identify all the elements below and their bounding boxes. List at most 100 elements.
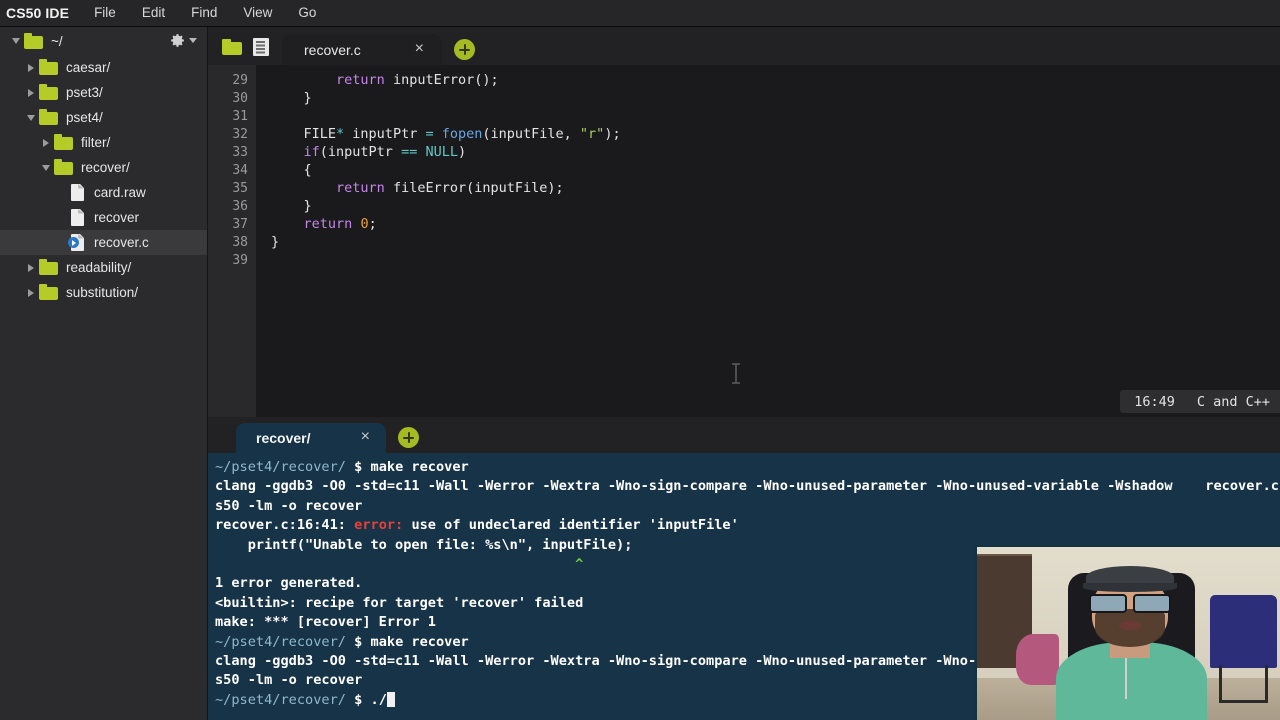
- terminal-line: ~/pset4/recover/ $ make recover: [215, 459, 469, 475]
- menu-item-view[interactable]: View: [230, 0, 285, 26]
- line-number: 37: [232, 216, 248, 232]
- settings-menu[interactable]: [169, 32, 197, 49]
- file-tree-item-recover-c[interactable]: recover.c: [0, 230, 207, 255]
- status-language[interactable]: C and C++: [1197, 394, 1270, 410]
- line-number: 33: [232, 144, 248, 160]
- folder-icon: [54, 159, 74, 175]
- code-line: 38}: [208, 233, 1280, 251]
- file-tree-item-label: filter/: [81, 135, 111, 150]
- code-line: 37 return 0;: [208, 215, 1280, 233]
- file-tree-root-label: ~/: [51, 33, 63, 49]
- webcam-overlay: [975, 545, 1280, 720]
- twisty-collapsed-icon[interactable]: [23, 63, 39, 72]
- code-text[interactable]: }: [256, 90, 1280, 106]
- file-tree-root-row[interactable]: ~/: [0, 27, 207, 55]
- file-tree-item-recover-[interactable]: recover/: [0, 155, 207, 180]
- folder-icon: [24, 32, 44, 49]
- file-icon: [69, 209, 87, 226]
- terminal-tab-label: recover/: [256, 430, 311, 446]
- code-text[interactable]: return fileError(inputFile);: [256, 180, 1280, 196]
- file-tree-item-pset4-[interactable]: pset4/: [0, 105, 207, 130]
- line-number: 32: [232, 126, 248, 142]
- editor-tab-bar: recover.c ×: [208, 27, 1280, 65]
- menu-item-file[interactable]: File: [81, 0, 129, 26]
- file-icon: [69, 184, 87, 201]
- code-line: 30 }: [208, 89, 1280, 107]
- folder-icon[interactable]: [222, 39, 243, 55]
- webcam-scene: [977, 547, 1280, 720]
- terminal-line: s50 -lm -o recover: [215, 497, 363, 514]
- code-editor[interactable]: 29 return inputError(); 30 } 31 32 FILE* in…: [208, 65, 1280, 417]
- code-lines: 29 return inputError(); 30 } 31 32 FILE* in…: [208, 71, 1280, 269]
- menu-item-find[interactable]: Find: [178, 0, 230, 26]
- file-tree-item-label: card.raw: [94, 185, 146, 200]
- file-tree-item-card-raw[interactable]: card.raw: [0, 180, 207, 205]
- file-tree-item-substitution-[interactable]: substitution/: [0, 280, 207, 305]
- folder-icon: [39, 109, 59, 125]
- twisty-collapsed-icon[interactable]: [23, 288, 39, 297]
- twisty-expanded-icon[interactable]: [23, 114, 39, 121]
- file-tree-item-label: recover.c: [94, 235, 149, 250]
- twisty-expanded-icon[interactable]: [38, 164, 54, 171]
- file-tree-item-filter-[interactable]: filter/: [0, 130, 207, 155]
- file-tree-item-label: recover/: [81, 160, 130, 175]
- code-text[interactable]: return inputError();: [256, 72, 1280, 88]
- twisty-collapsed-icon[interactable]: [23, 88, 39, 97]
- menu-item-go[interactable]: Go: [285, 0, 329, 26]
- close-icon[interactable]: ×: [399, 40, 432, 59]
- file-tree-item-recover[interactable]: recover: [0, 205, 207, 230]
- terminal-line: clang -ggdb3 -O0 -std=c11 -Wall -Werror …: [215, 478, 1279, 495]
- file-tree-sidebar: ~/ caesar/pset3/pset4/filter/recover/car…: [0, 27, 208, 720]
- file-tree-item-caesar-[interactable]: caesar/: [0, 55, 207, 80]
- menu-item-edit[interactable]: Edit: [129, 0, 178, 26]
- twisty-collapsed-icon[interactable]: [23, 263, 39, 272]
- close-icon[interactable]: ×: [345, 429, 378, 447]
- line-number: 31: [232, 108, 248, 124]
- file-tree-item-readability-[interactable]: readability/: [0, 255, 207, 280]
- gear-icon: [171, 34, 184, 47]
- code-text[interactable]: if(inputPtr == NULL): [256, 144, 1280, 160]
- folder-icon: [54, 134, 74, 150]
- root-twisty-icon[interactable]: [8, 38, 24, 44]
- line-number: 30: [232, 90, 248, 106]
- code-line: 31: [208, 107, 1280, 125]
- cs50-ide-window: CS50 IDE File Edit Find View Go ~/ caesa…: [0, 0, 1280, 720]
- new-editor-tab-button[interactable]: [454, 39, 475, 60]
- chevron-down-icon: [189, 38, 197, 43]
- folder-icon: [39, 59, 59, 75]
- terminal-tab-recover[interactable]: recover/ ×: [236, 423, 386, 453]
- file-tree-item-label: pset3/: [66, 85, 103, 100]
- code-line: 36 }: [208, 197, 1280, 215]
- c-file-icon: [68, 234, 87, 251]
- code-line: 32 FILE* inputPtr = fopen(inputFile, "r"…: [208, 125, 1280, 143]
- status-time: 16:49: [1134, 393, 1175, 410]
- new-terminal-tab-button[interactable]: [398, 427, 419, 448]
- line-number: 39: [232, 252, 248, 268]
- code-text[interactable]: return 0;: [256, 216, 1280, 232]
- editor-status-bar: 16:49 C and C++: [1120, 390, 1280, 413]
- code-text[interactable]: {: [256, 162, 1280, 178]
- code-line: 35 return fileError(inputFile);: [208, 179, 1280, 197]
- editor-tab-recover-c[interactable]: recover.c ×: [282, 34, 442, 65]
- code-line: 33 if(inputPtr == NULL): [208, 143, 1280, 161]
- file-tree-item-pset3-[interactable]: pset3/: [0, 80, 207, 105]
- terminal-cursor: [386, 691, 395, 707]
- terminal-tab-bar: recover/ ×: [208, 417, 1280, 453]
- line-number: 35: [232, 180, 248, 196]
- file-tree-list: caesar/pset3/pset4/filter/recover/card.r…: [0, 55, 207, 305]
- code-text[interactable]: }: [256, 198, 1280, 214]
- editor-pane: recover.c × 29 return inputError(); 30 } 3…: [208, 27, 1280, 417]
- line-number: 36: [232, 198, 248, 214]
- document-icon[interactable]: [253, 38, 270, 56]
- line-number: 34: [232, 162, 248, 178]
- code-text[interactable]: }: [256, 234, 1280, 250]
- file-tree-item-label: caesar/: [66, 60, 111, 75]
- menu-bar: CS50 IDE File Edit Find View Go: [0, 0, 1280, 27]
- app-brand: CS50 IDE: [6, 5, 70, 21]
- code-line: 29 return inputError();: [208, 71, 1280, 89]
- file-tree-item-label: substitution/: [66, 285, 139, 300]
- file-tree-item-label: pset4/: [66, 110, 103, 125]
- twisty-collapsed-icon[interactable]: [38, 138, 54, 147]
- file-tree-item-label: readability/: [66, 260, 132, 275]
- code-text[interactable]: FILE* inputPtr = fopen(inputFile, "r");: [256, 126, 1280, 142]
